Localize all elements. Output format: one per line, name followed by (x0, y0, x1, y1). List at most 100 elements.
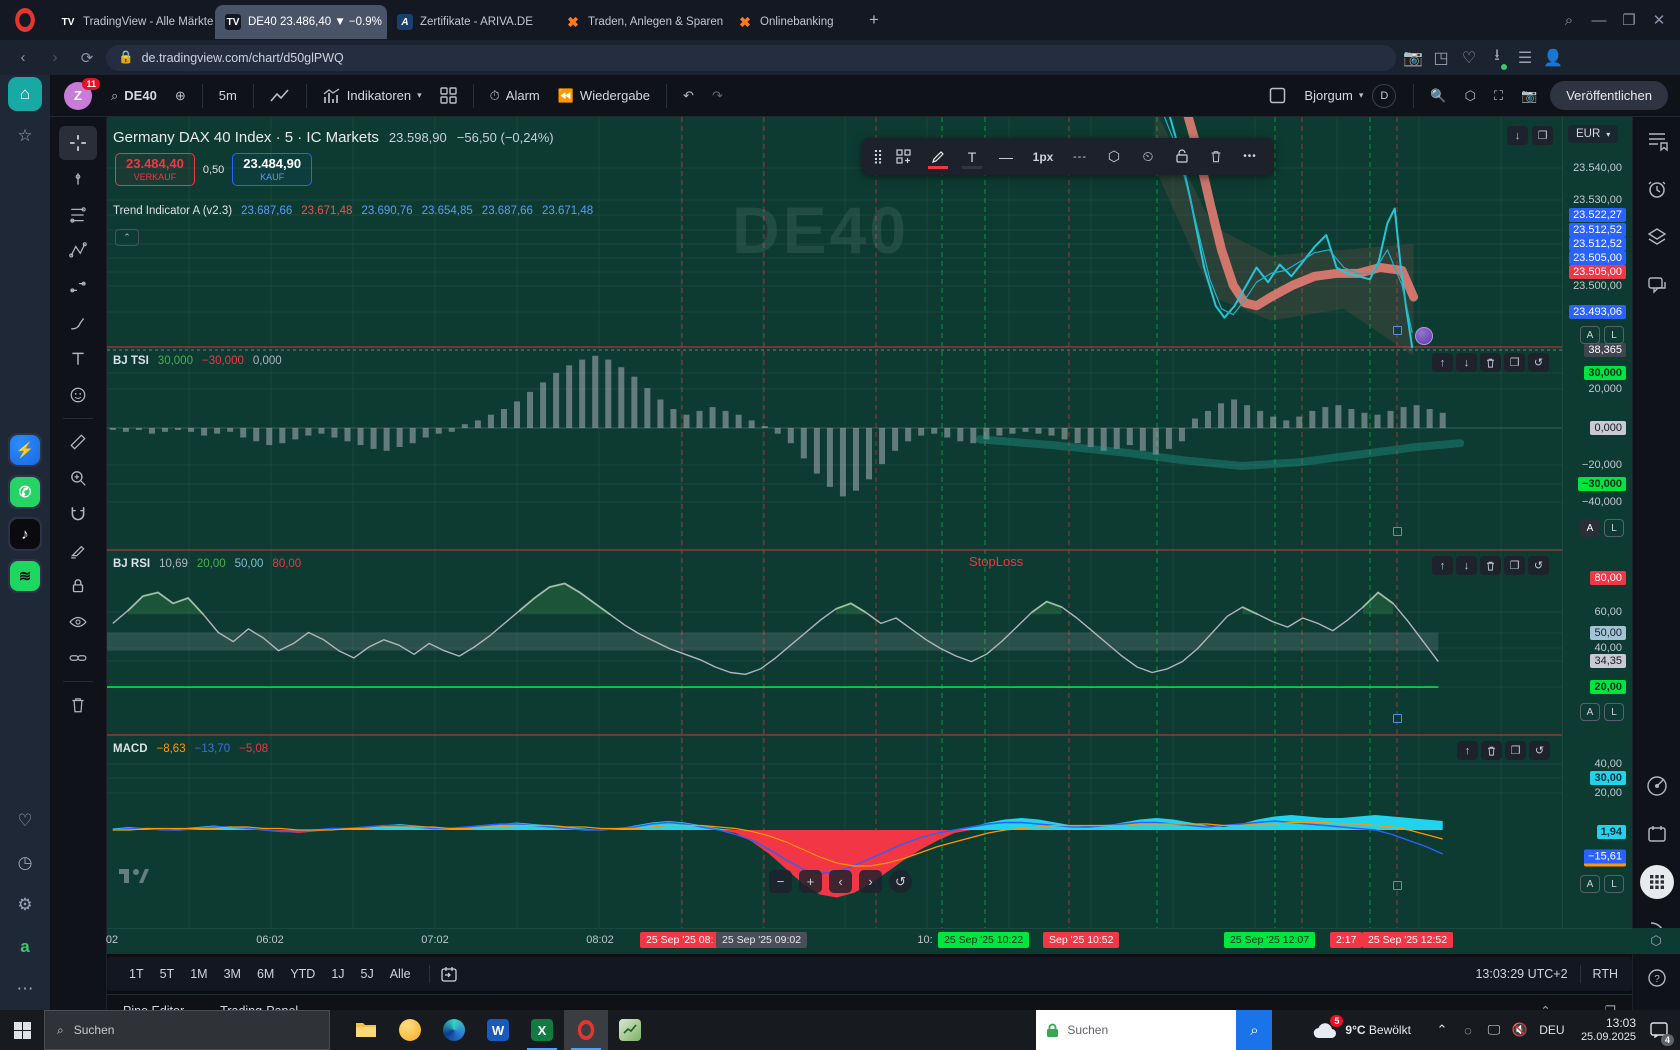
symbol-search[interactable]: ⌕ DE40 (102, 81, 166, 111)
bookmarks-star-icon[interactable]: ☆ (8, 119, 42, 153)
profile-icon[interactable]: 👤 (1542, 48, 1564, 68)
maximize-pane-icon[interactable]: ❐ (1505, 741, 1526, 760)
text-tool-icon[interactable] (59, 342, 97, 376)
settings-gear-icon[interactable]: ⬡ (1098, 142, 1130, 171)
range-1y[interactable]: 1J (323, 964, 352, 984)
auto-scale-button[interactable]: A (1580, 519, 1600, 537)
bookmark-heart-icon[interactable]: ♡ (1458, 48, 1480, 68)
extension-icon[interactable]: ◳ (1430, 48, 1452, 68)
drawing-handle[interactable] (1393, 714, 1402, 723)
axis-settings-gear-icon[interactable]: ⬡ (1650, 933, 1661, 949)
maximize-pane-icon[interactable]: ❐ (1504, 556, 1525, 575)
reset-pane-icon[interactable]: ↺ (1529, 741, 1550, 760)
opera-menu-button[interactable] (0, 8, 50, 32)
remove-drawings-trash-icon[interactable] (59, 688, 97, 722)
home-icon[interactable]: ⌂ (8, 77, 42, 111)
auto-scale-button[interactable]: A (1580, 703, 1600, 721)
lock-icon[interactable] (1166, 142, 1198, 171)
spotify-icon[interactable]: ≋ (8, 559, 42, 593)
help-icon[interactable]: ? (1640, 961, 1674, 995)
hide-drawings-eye-icon[interactable] (59, 605, 97, 639)
browser-tab[interactable]: TV TradingView - Alle Märkte (50, 5, 215, 39)
history-clock-icon[interactable]: ◷ (8, 846, 42, 880)
maximize-pane-icon[interactable]: ❐ (1504, 353, 1525, 372)
messenger-icon[interactable]: ⚡ (8, 433, 42, 467)
add-symbol-button[interactable]: ⊕ (166, 81, 195, 111)
aria-ai-icon[interactable]: a (8, 930, 42, 964)
zoom-tool-icon[interactable] (59, 461, 97, 495)
buy-button[interactable]: 23.484,90 KAUF (232, 153, 312, 186)
edge-browser-icon[interactable] (432, 1010, 476, 1050)
sell-button[interactable]: 23.484,40 VERKAUF (115, 153, 195, 186)
excel-icon[interactable]: X (520, 1010, 564, 1050)
reload-icon[interactable]: ⟳ (74, 49, 100, 67)
settings-gear-icon[interactable]: ⚙ (8, 888, 42, 922)
tray-clock[interactable]: 13:03 25.09.2025 (1571, 1016, 1646, 1045)
drawing-handle[interactable] (1393, 527, 1402, 536)
reset-pane-icon[interactable]: ↺ (1528, 556, 1549, 575)
word-icon[interactable]: W (476, 1010, 520, 1050)
clock-utc[interactable]: 13:03:29 UTC+2 (1475, 967, 1567, 981)
drag-handle-icon[interactable]: ⣿ (870, 142, 886, 171)
scroll-down-price-icon[interactable]: ↓ (1507, 126, 1528, 145)
line-width-button[interactable]: 1px (1024, 142, 1062, 171)
user-avatar[interactable]: Z 11 (64, 82, 92, 110)
drawing-author-avatar[interactable] (1415, 327, 1433, 345)
chat-icon[interactable] (1640, 268, 1674, 302)
watchlist-icon[interactable] (1640, 124, 1674, 158)
taskbar-search-input[interactable]: ⌕ Suchen (44, 1010, 330, 1050)
drawing-handle[interactable] (1393, 326, 1402, 335)
highlighter-tool-icon[interactable] (59, 533, 97, 567)
downloads-icon[interactable]: ⭳ (1486, 44, 1508, 71)
interval-button[interactable]: 5m (210, 81, 246, 111)
more-options-icon[interactable]: ⋯ (8, 972, 42, 1006)
undo-icon[interactable]: ↶ (674, 81, 703, 111)
tray-onedrive-icon[interactable]: ◌ (1455, 1010, 1481, 1050)
stoploss-label[interactable]: StopLoss (969, 554, 1023, 569)
browser-tab[interactable]: ✖ Traden, Anlegen & Sparen (555, 5, 727, 39)
range-1d[interactable]: 1T (121, 964, 152, 984)
web-search-button[interactable]: ⌕ (1236, 1010, 1272, 1050)
tsi-pane-legend[interactable]: BJ TSI 30,000 −30,000 0,000 (113, 355, 282, 367)
text-color-icon[interactable]: T (956, 142, 988, 171)
range-3m[interactable]: 3M (216, 964, 249, 984)
trendline-tool-icon[interactable] (59, 162, 97, 196)
messenger-app-icon[interactable] (388, 1010, 432, 1050)
minimize-window-button[interactable]: — (1586, 12, 1612, 29)
layout-select-icon[interactable] (1260, 81, 1295, 111)
url-input[interactable]: 🔒 de.tradingview.com/chart/d50glPWQ (106, 45, 1396, 71)
publish-button[interactable]: Veröffentlichen (1550, 81, 1668, 110)
maximize-pane-icon[interactable]: ❐ (1532, 126, 1553, 145)
range-1m[interactable]: 1M (182, 964, 215, 984)
fullscreen-icon[interactable]: ⛶ (1485, 81, 1512, 111)
tradingview-logo[interactable] (119, 865, 149, 885)
chart-type-icon[interactable] (261, 81, 299, 111)
layout-name-button[interactable]: Bjorgum ▾ (1295, 81, 1372, 111)
notification-center-icon[interactable]: 4 (1646, 1010, 1672, 1050)
log-scale-button[interactable]: L (1604, 326, 1624, 344)
close-window-button[interactable]: ✕ (1646, 11, 1672, 29)
template-icon[interactable] (888, 142, 920, 171)
currency-selector[interactable]: EUR▾ (1568, 125, 1618, 143)
browser-tab-active[interactable]: TV DE40 23.486,40 ▼ −0.9% (215, 5, 387, 39)
file-explorer-icon[interactable] (344, 1010, 388, 1050)
move-pane-down-icon[interactable]: ↓ (1456, 353, 1477, 372)
fib-lines-tool-icon[interactable] (59, 198, 97, 232)
magnet-tool-icon[interactable] (59, 497, 97, 531)
log-scale-button[interactable]: L (1604, 703, 1624, 721)
delete-trash-icon[interactable] (1200, 142, 1232, 171)
range-ytd[interactable]: YTD (282, 964, 323, 984)
browser-tab[interactable]: ✖ Onlinebanking (727, 5, 855, 39)
weather-widget[interactable]: 5 9°C Bewölkt (1312, 1021, 1411, 1039)
indicator-name[interactable]: Trend Indicator A (v2.3) (113, 205, 232, 217)
panels-icon[interactable]: ☰ (1514, 48, 1536, 68)
indicators-button[interactable]: Indikatoren ▾ (314, 81, 431, 111)
dashed-style-icon[interactable]: --- (1064, 142, 1096, 171)
xabcd-pattern-tool-icon[interactable] (59, 234, 97, 268)
move-pane-up-icon[interactable]: ↑ (1432, 353, 1453, 372)
calendar-icon[interactable] (1640, 817, 1674, 851)
add-alert-icon[interactable]: ⏲ (1132, 142, 1164, 171)
keyboard-language[interactable]: DEU (1533, 1010, 1571, 1050)
macd-pane-legend[interactable]: MACD −8,63 −13,70 −5,08 (113, 743, 268, 755)
reset-pane-icon[interactable]: ↺ (1528, 353, 1549, 372)
